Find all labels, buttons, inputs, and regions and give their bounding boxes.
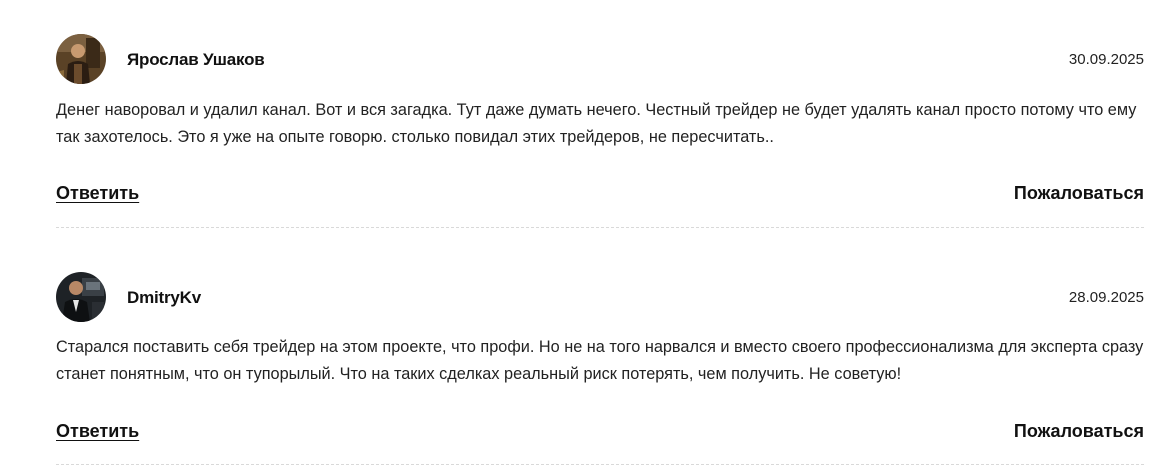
avatar[interactable] [56, 34, 106, 84]
comment-divider [56, 227, 1144, 228]
comment-date: 28.09.2025 [1068, 289, 1144, 306]
comment-item: Ярослав Ушаков 30.09.2025 Денег наворова… [56, 34, 1144, 228]
user-photo-avatar-icon [56, 272, 106, 322]
comment-text: Денег наворовал и удалил канал. Вот и вс… [56, 101, 1137, 146]
reply-link[interactable]: Ответить [56, 421, 139, 442]
comment-date: 30.09.2025 [1068, 51, 1144, 68]
comment-item: DmitryKv 28.09.2025 Старался поставить с… [56, 272, 1144, 465]
comment-author: DmitryKv [127, 288, 201, 307]
comments-list: Ярослав Ушаков 30.09.2025 Денег наворова… [0, 0, 1159, 468]
comment-header: DmitryKv 28.09.2025 [56, 272, 1144, 324]
comment-header: Ярослав Ушаков 30.09.2025 [56, 34, 1144, 86]
user-photo-avatar-icon [56, 34, 106, 84]
comment-text: Старался поставить себя трейдер на этом … [56, 338, 1144, 383]
comment-divider [56, 464, 1144, 465]
avatar[interactable] [56, 272, 106, 322]
comment-actions: Ответить Пожаловаться [56, 421, 1144, 445]
report-link[interactable]: Пожаловаться [1014, 421, 1144, 442]
comment-actions: Ответить Пожаловаться [56, 183, 1144, 207]
report-link[interactable]: Пожаловаться [1014, 183, 1144, 204]
reply-link[interactable]: Ответить [56, 183, 139, 204]
comment-author: Ярослав Ушаков [127, 50, 265, 69]
